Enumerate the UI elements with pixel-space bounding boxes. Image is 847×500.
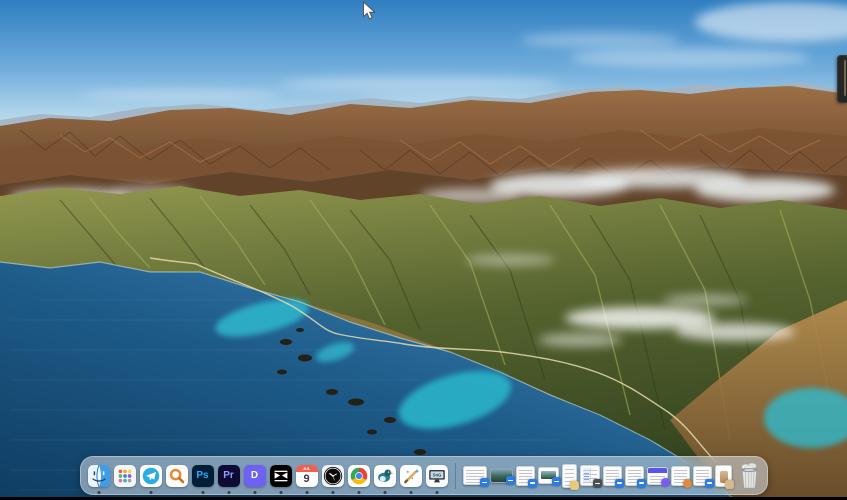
running-indicator-dot [227, 491, 230, 494]
minimized-app-badge-tan [725, 480, 734, 489]
dock-app-sparkle-pen-app[interactable] [400, 461, 422, 491]
calendar-day-number: 9 [296, 472, 318, 487]
dock-app-capcut[interactable] [270, 461, 292, 491]
running-indicator-dot [201, 491, 204, 494]
screen-app-icon: SnG [426, 465, 448, 487]
minimized-window-document[interactable] [671, 466, 690, 486]
bird-app-icon [374, 465, 396, 487]
d-app-icon: D [244, 465, 266, 487]
photoshop-icon: Ps [192, 465, 214, 487]
finder-icon [88, 465, 110, 487]
photoshop-label: Ps [196, 471, 208, 481]
clock-icon [322, 465, 344, 487]
minimized-window-image[interactable] [490, 468, 513, 483]
minimized-app-badge-blue [480, 478, 489, 487]
trash-icon-full[interactable] [739, 462, 760, 489]
minimized-app-badge-purple [661, 478, 670, 487]
dock-app-telegram[interactable] [140, 461, 162, 491]
desktop: Ps Pr D JUL 9 [0, 0, 847, 500]
dock-app-screen-app[interactable]: SnG [426, 461, 448, 491]
running-indicator-dot [149, 491, 152, 494]
minimized-app-badge-orange [683, 479, 692, 488]
running-indicator-dot [383, 491, 386, 494]
minimized-app-badge-blue [705, 479, 714, 488]
calendar-month-label: JUL [296, 465, 318, 472]
dock-apps: Ps Pr D JUL 9 [88, 457, 448, 494]
dock-app-premiere[interactable]: Pr [218, 461, 240, 491]
minimized-window-document-figure[interactable] [715, 465, 732, 487]
dock-app-launchpad[interactable] [114, 461, 136, 491]
dock-app-bird-app[interactable] [374, 461, 396, 491]
minimized-window-document[interactable] [693, 466, 712, 486]
minimized-app-badge-blue [615, 479, 624, 488]
minimized-window-titlebar-purple[interactable] [647, 467, 668, 485]
minimized-window-document[interactable] [516, 466, 535, 486]
running-indicator-dot [253, 491, 256, 494]
minimized-window-list[interactable] [580, 465, 600, 486]
running-indicator-dot [409, 491, 412, 494]
running-indicator-dot [279, 491, 282, 494]
dock-minimized-windows [463, 457, 732, 494]
dock: Ps Pr D JUL 9 [80, 456, 768, 495]
premiere-icon: Pr [218, 465, 240, 487]
minimized-window-document[interactable] [603, 466, 622, 486]
launchpad-icon [114, 465, 136, 487]
dock-app-d-app[interactable]: D [244, 461, 266, 491]
calendar-icon: JUL 9 [296, 465, 318, 487]
minimized-window-document-wide[interactable] [463, 466, 487, 485]
wallpaper [0, 0, 847, 500]
running-indicator-dot [357, 491, 360, 494]
capcut-icon [270, 465, 292, 487]
minimized-app-badge-dark [593, 479, 602, 488]
running-indicator-dot [305, 491, 308, 494]
dock-app-finder[interactable] [88, 461, 110, 491]
minimized-app-badge-blue [637, 479, 646, 488]
dock-app-clock[interactable] [322, 461, 344, 491]
d-app-label: D [251, 471, 258, 481]
telegram-icon [140, 465, 162, 487]
minimized-app-badge-blue [528, 479, 537, 488]
sparkle-pen-app-icon [400, 465, 422, 487]
edge-panel-stripe [844, 60, 846, 96]
edge-panel-handle[interactable] [837, 55, 847, 103]
running-indicator-dot [435, 491, 438, 494]
minimized-window-document[interactable] [625, 466, 644, 486]
dock-app-photoshop[interactable]: Ps [192, 461, 214, 491]
minimized-app-badge-yellow [570, 481, 579, 490]
chrome-icon [348, 465, 370, 487]
dock-app-chrome[interactable] [348, 461, 370, 491]
minimized-app-badge-blue [552, 477, 561, 486]
dock-divider [455, 463, 456, 489]
running-indicator-dot [331, 491, 334, 494]
dock-app-search-app[interactable] [166, 461, 188, 491]
minimized-window-document-tall[interactable] [562, 464, 577, 488]
running-indicator-dot [97, 491, 100, 494]
minimized-app-badge-blue [506, 476, 515, 485]
search-app-icon [166, 465, 188, 487]
dock-app-calendar[interactable]: JUL 9 [296, 461, 318, 491]
premiere-label: Pr [223, 471, 234, 481]
minimized-window-image-window[interactable] [538, 467, 559, 484]
screen-app-label: SnG [432, 472, 441, 477]
